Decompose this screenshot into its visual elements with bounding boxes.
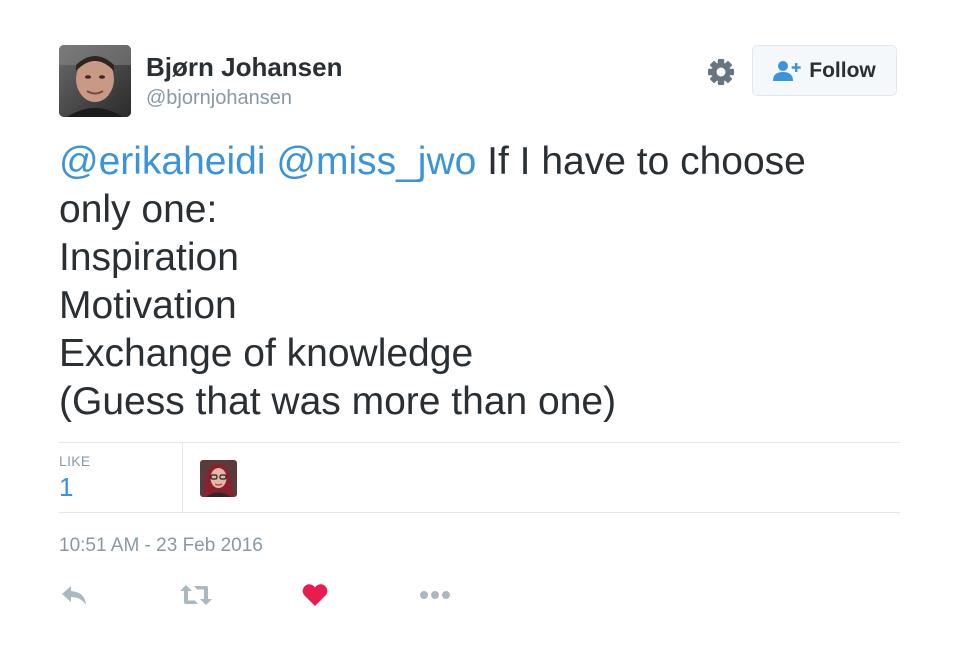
follow-label: Follow: [809, 58, 876, 82]
person-plus-icon: [773, 60, 801, 82]
more-dots-icon: [419, 590, 451, 600]
tweet-line: @erikaheidi @miss_jwo If I have to choos…: [59, 138, 919, 186]
stats-separator: [182, 443, 183, 512]
heart-icon: [302, 583, 328, 607]
more-button[interactable]: [419, 580, 451, 610]
tweet-line: only one:: [59, 188, 218, 231]
tweet-line: Inspiration: [59, 236, 239, 279]
reply-button[interactable]: [58, 580, 90, 610]
tweet-line-text: If I have to choose: [476, 140, 806, 183]
retweet-button[interactable]: [180, 580, 212, 610]
tweet-line: (Guess that was more than one): [59, 380, 617, 423]
author-avatar[interactable]: [59, 45, 131, 117]
tweet-timestamp[interactable]: 10:51 AM - 23 Feb 2016: [59, 535, 263, 557]
tweet-line: Motivation: [59, 284, 237, 327]
author-handle[interactable]: @bjornjohansen: [146, 86, 292, 110]
tweet-line: Exchange of knowledge: [59, 332, 474, 375]
stats-divider-bottom: [59, 512, 900, 513]
tweet-card: Bjørn Johansen @bjornjohansen Follow @er…: [0, 0, 959, 657]
author-name[interactable]: Bjørn Johansen: [146, 52, 342, 82]
reply-icon: [60, 583, 88, 607]
mention-link[interactable]: @erikaheidi: [59, 140, 266, 183]
stats-divider-top: [59, 442, 900, 443]
follow-button[interactable]: Follow: [752, 45, 897, 96]
like-button[interactable]: [299, 580, 331, 610]
mention-link[interactable]: @miss_jwo: [276, 140, 476, 183]
liker-avatar[interactable]: [200, 460, 237, 497]
tweet-text: @erikaheidi @miss_jwo If I have to choos…: [59, 138, 919, 426]
retweet-icon: [180, 583, 212, 607]
gear-icon[interactable]: [705, 56, 737, 88]
likes-count[interactable]: 1: [59, 472, 73, 502]
likes-label: LIKE: [59, 453, 91, 469]
